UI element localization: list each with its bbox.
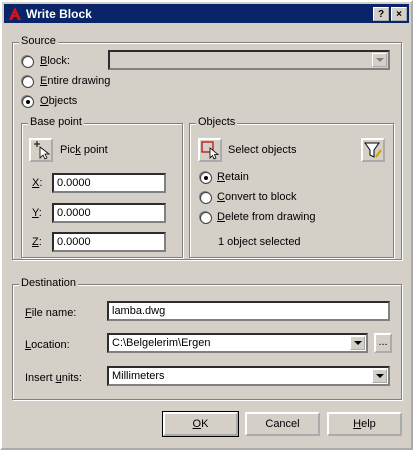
convert-to-block-label: Convert to block [217, 191, 297, 203]
retain-radio[interactable] [200, 172, 212, 184]
quick-select-button[interactable] [361, 138, 385, 162]
entire-drawing-radio[interactable] [22, 76, 34, 88]
objects-group: Objects Select objects Retain Convert to… [189, 116, 394, 258]
source-group: Source Block: Entire drawing Objects Bas… [12, 35, 402, 260]
browse-button[interactable]: ... [374, 333, 392, 353]
select-objects-icon [201, 141, 220, 160]
delete-from-drawing-radio[interactable] [200, 212, 212, 224]
location-combo[interactable]: C:\Belgelerim\Ergen [107, 333, 368, 353]
cancel-button[interactable]: Cancel [245, 412, 320, 436]
z-label: Z: [32, 236, 42, 248]
window-title: Write Block [26, 7, 92, 21]
help-button[interactable]: Help [327, 412, 402, 436]
close-button[interactable]: × [391, 7, 407, 21]
x-label: X: [32, 177, 43, 189]
objects-radio-label: Objects [40, 95, 78, 107]
block-radio[interactable] [22, 56, 34, 68]
z-field[interactable]: 0.0000 [52, 232, 166, 252]
destination-legend: Destination [19, 277, 79, 289]
base-point-group: Base point Pick point X: 0.0000 Y: 0.000… [21, 116, 183, 258]
y-label: Y: [32, 207, 42, 219]
entire-drawing-label: Entire drawing [40, 75, 111, 87]
block-combo [108, 50, 390, 70]
objects-legend: Objects [196, 116, 238, 128]
chevron-down-icon [372, 53, 387, 67]
help-title-button[interactable]: ? [373, 7, 389, 21]
location-label: Location: [25, 339, 70, 351]
base-point-legend: Base point [28, 116, 84, 128]
ok-button[interactable]: OK [162, 411, 239, 437]
autocad-app-icon [7, 6, 23, 22]
file-name-label: File name: [25, 307, 77, 319]
chevron-down-icon[interactable] [372, 369, 387, 383]
source-legend: Source [19, 35, 58, 47]
pick-point-icon [34, 141, 51, 160]
insert-units-label: Insert units: [25, 372, 82, 384]
title-bar[interactable]: Write Block ? × [4, 4, 409, 23]
chevron-down-icon[interactable] [350, 336, 365, 350]
selection-status: 1 object selected [218, 236, 301, 248]
x-field[interactable]: 0.0000 [52, 173, 166, 193]
destination-group: Destination File name: lamba.dwg Locatio… [12, 277, 402, 400]
select-objects-label: Select objects [228, 144, 297, 156]
pick-point-button[interactable] [29, 138, 53, 162]
pick-point-label: Pick point [60, 144, 108, 156]
delete-from-drawing-label: Delete from drawing [217, 211, 316, 223]
insert-units-combo[interactable]: Millimeters [107, 366, 390, 386]
retain-label: Retain [217, 171, 249, 183]
filter-icon [364, 142, 382, 158]
y-field[interactable]: 0.0000 [52, 203, 166, 223]
block-label: Block: [40, 55, 70, 67]
file-name-field[interactable]: lamba.dwg [107, 301, 390, 321]
objects-radio[interactable] [22, 96, 34, 108]
convert-to-block-radio[interactable] [200, 192, 212, 204]
write-block-dialog: Write Block ? × Source Block: Entire dra… [0, 0, 413, 450]
select-objects-button[interactable] [198, 138, 222, 162]
